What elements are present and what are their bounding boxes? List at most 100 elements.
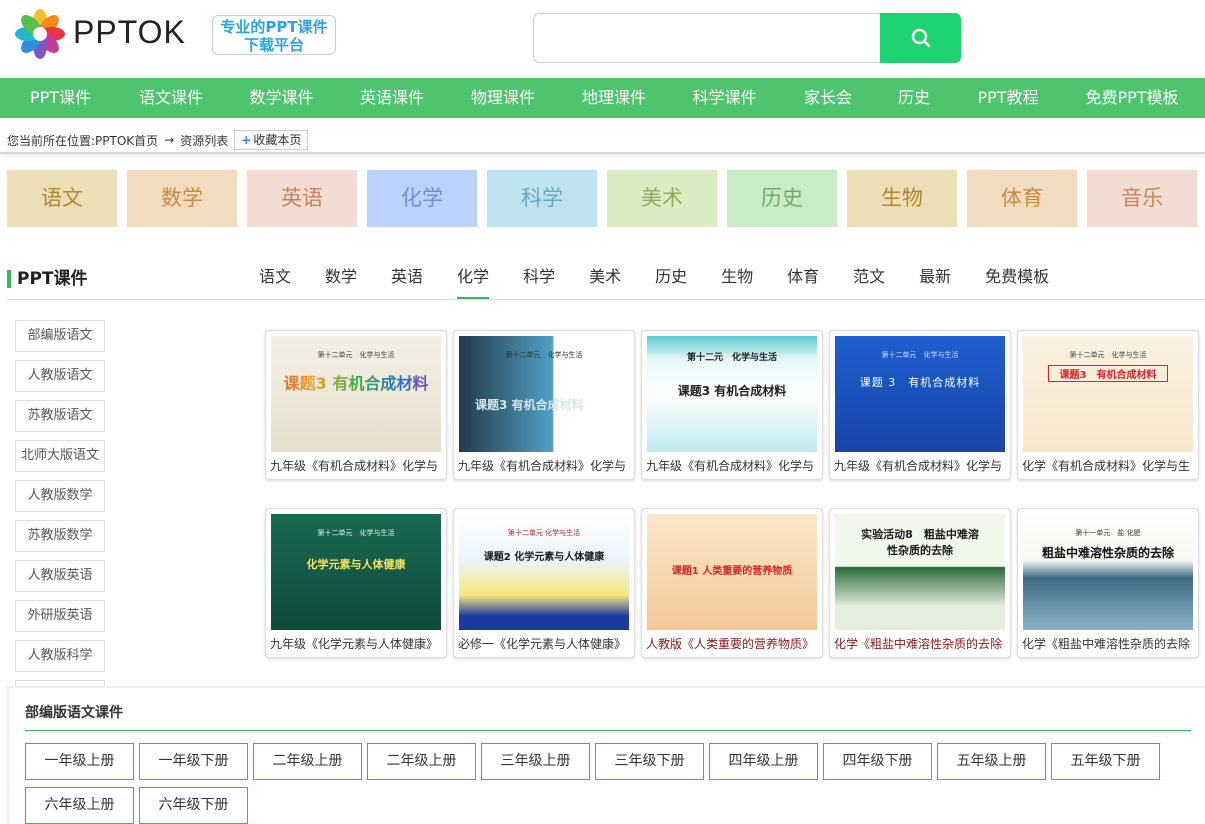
grade-button[interactable]: 三年级下册 <box>595 743 704 780</box>
nav-item-yuwen[interactable]: 语文课件 <box>121 78 221 118</box>
courseware-thumbnail[interactable]: 课题1 人类重要的营养物质 <box>647 514 817 630</box>
section-tab[interactable]: 美术 <box>589 262 621 292</box>
edition-tag[interactable]: 人教版数学 <box>15 480 105 512</box>
courseware-thumbnail[interactable]: 第十二单元 化学与生活 课题3 有机合成材料 <box>271 336 441 452</box>
edition-tag[interactable]: 人教版语文 <box>15 360 105 392</box>
grade-button[interactable]: 六年级下册 <box>139 787 248 824</box>
courseware-card[interactable]: 第十二单元 化学与生活 课题 3 有机合成材料九年级《有机合成材料》化学与 <box>829 330 1011 480</box>
subject-tile[interactable]: 化学 <box>367 170 477 227</box>
subject-tile[interactable]: 语文 <box>7 170 117 227</box>
search-button[interactable] <box>880 13 961 63</box>
section-tab[interactable]: 最新 <box>919 262 951 292</box>
courseware-card[interactable]: 第十二单元 化学与生活 课题2 化学元素与人体健康必修一《化学元素与人体健康》 <box>453 508 635 658</box>
pptok-flower-logo-icon[interactable] <box>14 8 66 60</box>
section-tab[interactable]: 语文 <box>259 262 291 292</box>
thumbnail-title: 粗盐中难溶性杂质的去除 <box>1041 546 1174 560</box>
nav-item-yingyu[interactable]: 英语课件 <box>342 78 442 118</box>
nav-item-jiazhanghui[interactable]: 家长会 <box>785 78 871 118</box>
grade-button[interactable]: 五年级下册 <box>1051 743 1160 780</box>
thumbnail-title: 课题3 有机合成材料 <box>677 384 787 398</box>
edition-tag[interactable]: 苏教版数学 <box>15 520 105 552</box>
courseware-caption[interactable]: 人教版《人类重要的营养物质》 <box>646 635 818 652</box>
subject-tile[interactable]: 数学 <box>127 170 237 227</box>
courseware-caption[interactable]: 九年级《有机合成材料》化学与 <box>646 457 818 474</box>
courseware-caption[interactable]: 化学《有机合成材料》化学与生 <box>1022 457 1194 474</box>
nav-item-free-template[interactable]: 免费PPT模板 <box>1059 78 1205 118</box>
thumbnail-heading: 第十二单元 化学与生活 <box>505 351 583 359</box>
edition-tag[interactable]: 人教版科学 <box>15 640 105 672</box>
courseware-card[interactable]: 第十二单元 化学与生活 化学元素与人体健康九年级《化学元素与人体健康》 <box>265 508 447 658</box>
nav-item-wuli[interactable]: 物理课件 <box>442 78 564 118</box>
breadcrumb-home-link[interactable]: PPTOK首页 <box>95 132 158 149</box>
courseware-thumbnail[interactable]: 实验活动8 粗盐中难溶 性杂质的去除 <box>835 514 1005 630</box>
grade-button[interactable]: 二年级上册 <box>367 743 476 780</box>
edition-tag[interactable]: 部编版语文 <box>15 320 105 352</box>
section-tab[interactable]: 体育 <box>787 262 819 292</box>
courseware-card[interactable]: 课题1 人类重要的营养物质人教版《人类重要的营养物质》 <box>641 508 823 658</box>
courseware-caption[interactable]: 必修一《化学元素与人体健康》 <box>458 635 630 652</box>
section-tab[interactable]: 化学 <box>457 262 490 299</box>
edition-tag[interactable]: 北师大版语文 <box>15 440 105 472</box>
subject-tile[interactable]: 美术 <box>607 170 717 227</box>
nav-item-ppt-kejian[interactable]: PPT课件 <box>0 78 121 118</box>
courseware-caption[interactable]: 九年级《有机合成材料》化学与 <box>458 457 630 474</box>
courseware-caption[interactable]: 化学《粗盐中难溶性杂质的去除 <box>834 635 1006 652</box>
courseware-thumbnail[interactable]: 第十二元 化学与生活 课题3 有机合成材料 <box>647 336 817 452</box>
favorite-button[interactable]: + 收藏本页 <box>234 130 309 150</box>
courseware-card[interactable]: 第十二单元 化学与生活 课题3 有机合成材料九年级《有机合成材料》化学与 <box>265 330 447 480</box>
brand-name[interactable]: PPTOK <box>73 14 186 51</box>
subject-tile[interactable]: 生物 <box>847 170 957 227</box>
grade-button[interactable]: 一年级下册 <box>139 743 248 780</box>
subject-tile[interactable]: 历史 <box>727 170 837 227</box>
section-header: PPT课件 语文 数学 英语 化学 科学 美术 历史 生物 体育 范文 最新 免费模板 <box>7 262 1205 300</box>
courseware-caption[interactable]: 九年级《化学元素与人体健康》 <box>270 635 442 652</box>
courseware-thumbnail[interactable]: 第十二单元 化学与生活 课题 3 有机合成材料 <box>835 336 1005 452</box>
courseware-card[interactable]: 第十二元 化学与生活 课题3 有机合成材料九年级《有机合成材料》化学与 <box>641 330 823 480</box>
courseware-caption[interactable]: 九年级《有机合成材料》化学与 <box>834 457 1006 474</box>
edition-tag[interactable]: 人教版英语 <box>15 560 105 592</box>
courseware-caption[interactable]: 九年级《有机合成材料》化学与 <box>270 457 442 474</box>
grade-button[interactable]: 二年级上册 <box>253 743 362 780</box>
edition-tag[interactable]: 苏教版语文 <box>15 400 105 432</box>
subject-tile[interactable]: 科学 <box>487 170 597 227</box>
section-tab[interactable]: 英语 <box>391 262 423 292</box>
thumbnail-heading: 第十一单元 盐 化肥 <box>1075 529 1141 537</box>
breadcrumb-prefix: 您当前所在位置: <box>7 133 96 148</box>
nav-item-lishi[interactable]: 历史 <box>871 78 957 118</box>
courseware-card[interactable]: 第十一单元 盐 化肥粗盐中难溶性杂质的去除化学《粗盐中难溶性杂质的去除 <box>1017 508 1199 658</box>
subject-tile[interactable]: 英语 <box>247 170 357 227</box>
nav-item-shuxue[interactable]: 数学课件 <box>221 78 342 118</box>
grade-button[interactable]: 一年级上册 <box>25 743 134 780</box>
thumbnail-title: 性杂质的去除 <box>887 544 953 557</box>
grade-button[interactable]: 五年级上册 <box>937 743 1046 780</box>
courseware-thumbnail[interactable]: 第十二单元 化学与生活 课题3 有机合成材料 <box>1023 336 1193 452</box>
courseware-card[interactable]: 第十二单元 化学与生活 课题3 有机合成材料化学《有机合成材料》化学与生 <box>1017 330 1199 480</box>
thumbnail-title: 课题2 化学元素与人体健康 <box>483 552 605 563</box>
nav-item-kexue[interactable]: 科学课件 <box>664 78 785 118</box>
courseware-card[interactable]: 实验活动8 粗盐中难溶 性杂质的去除化学《粗盐中难溶性杂质的去除 <box>829 508 1011 658</box>
courseware-card[interactable]: 第十二单元 化学与生活 课题3 有机合成材料九年级《有机合成材料》化学与 <box>453 330 635 480</box>
courseware-thumbnail[interactable]: 第十二单元 化学与生活 化学元素与人体健康 <box>271 514 441 630</box>
section-tab[interactable]: 科学 <box>523 262 555 292</box>
subject-tile[interactable]: 音乐 <box>1087 170 1197 227</box>
grade-button[interactable]: 六年级上册 <box>25 787 134 824</box>
subject-tile[interactable]: 体育 <box>967 170 1077 227</box>
section-tab[interactable]: 历史 <box>655 262 687 292</box>
grade-button[interactable]: 四年级下册 <box>823 743 932 780</box>
section-tab[interactable]: 生物 <box>721 262 753 292</box>
grade-button[interactable]: 四年级上册 <box>709 743 818 780</box>
courseware-thumbnail[interactable]: 第十一单元 盐 化肥粗盐中难溶性杂质的去除 <box>1023 514 1193 630</box>
thumbnail-heading: 第十二单元 化学与生活 <box>317 351 395 359</box>
section-tab[interactable]: 免费模板 <box>985 262 1049 292</box>
courseware-thumbnail[interactable]: 第十二单元 化学与生活 课题3 有机合成材料 <box>459 336 629 452</box>
courseware-thumbnail[interactable]: 第十二单元 化学与生活 课题2 化学元素与人体健康 <box>459 514 629 630</box>
nav-item-dili[interactable]: 地理课件 <box>564 78 664 118</box>
courseware-caption[interactable]: 化学《粗盐中难溶性杂质的去除 <box>1022 635 1194 652</box>
search-input[interactable] <box>533 13 881 63</box>
section-tab[interactable]: 数学 <box>325 262 357 292</box>
nav-item-ppt-jiaocheng[interactable]: PPT教程 <box>957 78 1059 118</box>
grade-button[interactable]: 三年级上册 <box>481 743 590 780</box>
edition-tag[interactable]: 外研版英语 <box>15 600 105 632</box>
thumbnail-title: 化学元素与人体健康 <box>306 558 406 571</box>
section-tab[interactable]: 范文 <box>853 262 885 292</box>
